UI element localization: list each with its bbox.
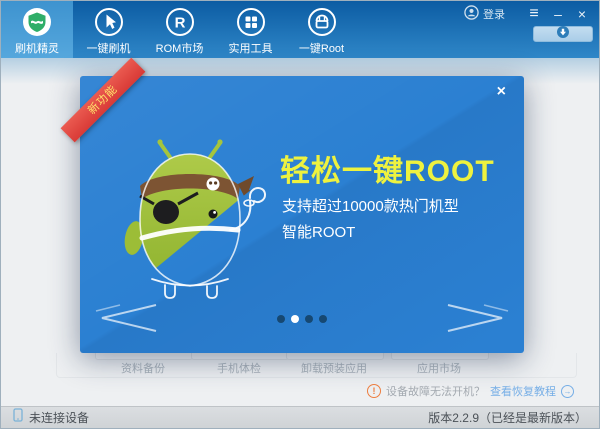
tab-home[interactable]: 刷机精灵 — [1, 1, 73, 58]
user-icon — [464, 5, 479, 23]
carousel-dot[interactable] — [305, 315, 313, 323]
carousel-next-icon[interactable] — [446, 302, 510, 339]
tab-label: 实用工具 — [229, 40, 273, 56]
tools-grid-icon — [236, 7, 266, 37]
warning-icon: ! — [367, 384, 381, 398]
device-status-text: 未连接设备 — [29, 409, 89, 426]
recovery-link[interactable]: 查看恢复教程 — [490, 383, 556, 399]
minimize-icon[interactable]: – — [551, 7, 565, 21]
main-nav: 刷机精灵 一键刷机 R ROM市场 — [1, 1, 357, 58]
root-chest-icon — [307, 7, 337, 37]
tab-label: ROM市场 — [156, 40, 204, 56]
link-arrow-icon[interactable]: → — [561, 385, 574, 398]
tab-label: 一键Root — [299, 40, 344, 56]
recovery-warning-text: 设备故障无法开机？ — [386, 383, 485, 399]
tab-tools[interactable]: 实用工具 — [215, 1, 286, 58]
phone-icon — [13, 408, 23, 427]
version-text: 版本2.2.9（已经是最新版本） — [428, 409, 587, 426]
tab-rom-market[interactable]: R ROM市场 — [144, 1, 215, 58]
app-logo-icon — [22, 7, 52, 37]
promo-title: 轻松一键ROOT — [280, 146, 495, 190]
tool-label-market[interactable]: 应用市场 — [384, 360, 494, 376]
modal-close-icon[interactable]: × — [497, 84, 506, 100]
header-right: 登录 ≡ – × — [464, 5, 589, 23]
device-status-group: 未连接设备 — [13, 408, 89, 427]
menu-icon[interactable]: ≡ — [527, 7, 541, 21]
promo-subtitle-line2: 智能ROOT — [282, 220, 459, 246]
carousel-dot[interactable] — [319, 315, 327, 323]
promo-modal: 新功能 × — [80, 76, 524, 353]
tab-label: 刷机精灵 — [15, 40, 59, 56]
tab-one-key-flash[interactable]: 一键刷机 — [73, 1, 144, 58]
recovery-bar: ! 设备故障无法开机？ 查看恢复教程 → — [367, 383, 574, 399]
carousel-dot[interactable] — [291, 315, 299, 323]
login-button[interactable]: 登录 — [464, 5, 505, 23]
carousel-dot[interactable] — [277, 315, 285, 323]
promo-subtitle-line1: 支持超过10000款热门机型 — [282, 194, 459, 220]
status-bar: 未连接设备 版本2.2.9（已经是最新版本） — [1, 406, 599, 428]
login-label: 登录 — [483, 6, 505, 22]
tab-label: 一键刷机 — [87, 40, 131, 56]
carousel-dots — [277, 315, 327, 323]
download-button[interactable] — [533, 26, 593, 42]
tool-label-checkup[interactable]: 手机体检 — [184, 360, 294, 376]
tab-one-key-root[interactable]: 一键Root — [286, 1, 357, 58]
tool-label-backup[interactable]: 资料备份 — [88, 360, 198, 376]
app-window: 刷机精灵 一键刷机 R ROM市场 — [0, 0, 600, 429]
pirate-android-mascot — [110, 134, 270, 309]
download-arrow-icon — [557, 25, 569, 43]
close-icon[interactable]: × — [575, 7, 589, 21]
tool-label-uninstall[interactable]: 卸载预装应用 — [279, 360, 389, 376]
cursor-flash-icon — [94, 7, 124, 37]
promo-subtitle: 支持超过10000款热门机型 智能ROOT — [282, 194, 459, 246]
rom-market-icon: R — [165, 7, 195, 37]
carousel-prev-icon[interactable] — [94, 302, 158, 339]
window-controls: ≡ – × — [527, 7, 589, 21]
svg-text:R: R — [174, 15, 185, 32]
